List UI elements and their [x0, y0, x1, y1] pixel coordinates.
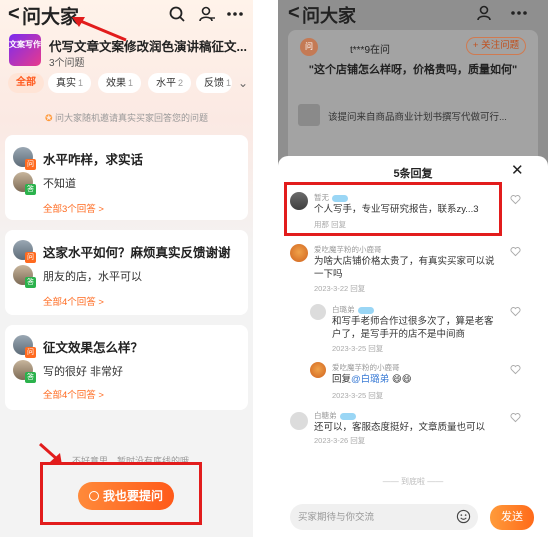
end-of-list: —— 到底啦 —— [382, 477, 444, 486]
right-screen: < 问大家 问 t***9在问 + 关注问题 "这个店铺怎么样呀，价格贵吗，质量… [278, 0, 548, 537]
reply-meta[interactable]: 2023-3-25 回复 [332, 343, 383, 354]
annotation-arrow-icon [72, 17, 127, 42]
back-button[interactable]: < [8, 3, 20, 26]
emoji-picker-icon[interactable] [456, 509, 471, 524]
question-text: 水平咋样，求实话 [43, 153, 144, 167]
question-detail: 问 t***9在问 + 关注问题 "这个店铺怎么样呀，价格贵吗，质量如何" 该提… [288, 30, 538, 170]
mention-link[interactable]: @白璐弟 [351, 374, 389, 385]
like-heart-icon[interactable] [510, 194, 521, 205]
answer-text: 不知道 [43, 178, 76, 190]
all-answers-link[interactable]: 全部4个回答 > [43, 387, 104, 401]
tab-all[interactable]: 全部 [8, 73, 44, 93]
answer-text: 写的很好 非常好 [43, 366, 124, 378]
invite-notice: ✪ 问大家随机邀请真实买家回答您的问题 [0, 111, 253, 124]
avatar [290, 412, 308, 430]
more-icon[interactable] [510, 4, 528, 22]
question-text: 这家水平如何？麻烦真实反馈谢谢 [43, 246, 231, 260]
asker-avatar [13, 335, 36, 358]
filter-tabs: 全部 真实 1 效果 1 水平 2 反馈 1 ⌄ [8, 73, 248, 93]
avatar [290, 244, 308, 262]
product-source-text: 该提问来自商品商业计划书撰写代做可行... [328, 112, 507, 123]
emoji-icon: 😄😄 [391, 374, 412, 385]
more-icon[interactable] [226, 5, 244, 23]
close-icon[interactable]: ✕ [511, 161, 524, 179]
like-heart-icon[interactable] [510, 306, 521, 317]
product-thumbnail [298, 104, 320, 126]
question-card[interactable]: 征文效果怎么样？ 写的很好 非常好 全部4个回答 > [5, 325, 248, 410]
like-heart-icon[interactable] [510, 246, 521, 257]
answerer-avatar [13, 265, 36, 288]
all-answers-link[interactable]: 全部4个回答 > [43, 294, 104, 308]
question-count: 3个问题 [49, 58, 85, 69]
reply-meta[interactable]: 2023-3-26 回复 [314, 435, 365, 446]
reply-meta[interactable]: 2023-3-22 回复 [314, 283, 365, 294]
invite-notice-text: 问大家随机邀请真实买家回答您的问题 [55, 113, 209, 123]
tab-real[interactable]: 真实 1 [48, 73, 92, 93]
reply-input[interactable] [298, 508, 448, 526]
reply-author: 白璐弟 [332, 304, 374, 315]
question-badge: 问 [300, 38, 318, 56]
reply-text: 还可以，客服态度挺好，文章质量也可以 [314, 422, 486, 433]
reply-item: 白糖弟 还可以，客服态度挺好，文章质量也可以 2023-3-26 回复 [278, 408, 548, 458]
user-settings-icon[interactable] [476, 4, 494, 22]
annotation-arrow-icon [39, 442, 62, 465]
tab-level[interactable]: 水平 2 [148, 73, 192, 93]
left-screen: < 问大家 文案写作 代写文章文案修改润色演讲稿征文... 3个问题 全部 真实… [0, 0, 253, 537]
avatar [310, 304, 326, 320]
chevron-down-icon[interactable]: ⌄ [238, 76, 248, 90]
highlight-box [40, 462, 202, 525]
answerer-avatar [13, 360, 36, 383]
answer-text: 朋友的店，水平可以 [43, 271, 142, 283]
reply-meta[interactable]: 2023-3-25 回复 [332, 390, 383, 401]
reply-author: 白糖弟 [314, 410, 356, 421]
reply-text: 回复@白璐弟 😄😄 [332, 374, 412, 385]
like-heart-icon[interactable] [510, 364, 521, 375]
product-source[interactable]: 该提问来自商品商业计划书撰写代做可行... [298, 102, 528, 130]
reply-item: 爱吃魔芋粉的小鹿哥 回复@白璐弟 😄😄 2023-3-25 回复 [278, 360, 548, 406]
highlight-box [284, 182, 502, 236]
tab-effect[interactable]: 效果 1 [98, 73, 142, 93]
asker-avatar [13, 240, 36, 263]
reply-input-bar [290, 504, 478, 530]
question-text: 征文效果怎么样？ [43, 341, 144, 355]
reply-author: 爱吃魔芋粉的小鹿哥 [314, 245, 382, 254]
follow-question-button[interactable]: + 关注问题 [466, 37, 526, 55]
asker-avatar [13, 147, 36, 170]
reply-text: 和写手老师合作过很多次了，算是老客户了，是写手开的店不是中间商 [332, 316, 494, 340]
search-icon[interactable] [168, 5, 186, 23]
reply-item: 白璐弟 和写手老师合作过很多次了，算是老客户了，是写手开的店不是中间商 2023… [278, 300, 548, 360]
reply-text: 为啥大店铺价格太贵了，有真实买家可以说一下吗 [314, 256, 495, 280]
asker-name: t***9在问 [350, 45, 391, 56]
page-title: 问大家 [302, 6, 356, 26]
reply-item: 爱吃魔芋粉的小鹿哥 为啥大店铺价格太贵了，有真实买家可以说一下吗 2023-3-… [278, 240, 548, 300]
answerer-avatar [13, 172, 36, 195]
reply-author: 爱吃魔芋粉的小鹿哥 [332, 363, 400, 372]
like-heart-icon[interactable] [510, 412, 521, 423]
back-button[interactable]: < [288, 2, 300, 25]
question-card[interactable]: 水平咋样，求实话 不知道 全部3个回答 > [5, 135, 248, 220]
right-top-bar: < 问大家 [278, 0, 548, 26]
tab-feedback[interactable]: 反馈 1 [196, 73, 232, 93]
avatar [310, 362, 326, 378]
shield-check-icon: ✪ [44, 113, 53, 123]
sheet-title: 5条回复 [393, 168, 433, 180]
question-text: "这个店铺怎么样呀，价格贵吗，质量如何" [308, 64, 518, 76]
all-answers-link[interactable]: 全部3个回答 > [43, 201, 104, 215]
question-card[interactable]: 这家水平如何？麻烦真实反馈谢谢 朋友的店，水平可以 全部4个回答 > [5, 230, 248, 315]
vip-badge-icon [357, 306, 374, 314]
user-settings-icon[interactable] [198, 5, 216, 23]
send-button[interactable]: 发送 [490, 505, 534, 530]
vip-badge-icon [339, 412, 356, 420]
store-logo: 文案写作 [9, 34, 41, 66]
